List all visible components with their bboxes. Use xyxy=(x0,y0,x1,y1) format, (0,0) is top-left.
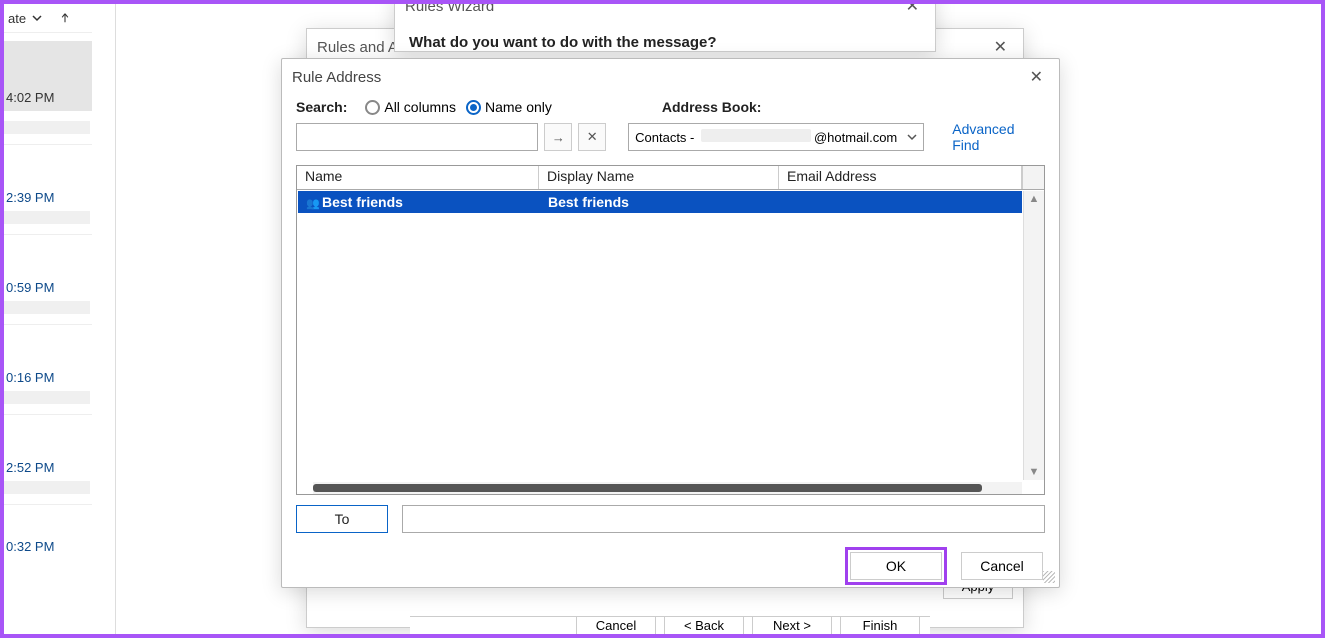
chevron-down-icon xyxy=(907,130,917,145)
row-name: Best friends xyxy=(322,194,403,210)
table-hscrollbar[interactable] xyxy=(313,482,1022,494)
cancel-button[interactable]: Cancel xyxy=(961,552,1043,580)
mail-time: 0:32 PM xyxy=(4,539,90,554)
rules-wizard-prompt: What do you want to do with the message? xyxy=(395,20,935,59)
wizard-next-button[interactable]: Next > xyxy=(752,616,832,634)
hscroll-thumb[interactable] xyxy=(313,484,982,492)
address-book-label: Address Book: xyxy=(662,99,762,115)
rules-wizard-title: Rules Wizard xyxy=(405,0,494,15)
mail-preview-bar xyxy=(4,211,90,224)
mail-preview-bar xyxy=(4,481,90,494)
rules-alerts-title: Rules and A xyxy=(317,39,398,56)
ok-button[interactable]: OK xyxy=(850,552,942,580)
address-book-value: Contacts - @hotmail.com xyxy=(635,129,897,145)
close-icon: ✕ xyxy=(587,129,598,145)
redacted-account xyxy=(701,129,811,142)
search-input[interactable] xyxy=(296,123,538,151)
advanced-find-link[interactable]: Advanced Find xyxy=(952,121,1045,153)
mail-preview-bar xyxy=(4,121,90,134)
rules-wizard-window: Rules Wizard ✕ What do you want to do wi… xyxy=(394,0,936,52)
scroll-down-icon[interactable]: ▼ xyxy=(1024,464,1044,480)
table-header: Name Display Name Email Address xyxy=(297,166,1044,190)
mail-item[interactable]: 4:02 PM xyxy=(4,32,92,144)
mail-time: 2:52 PM xyxy=(4,460,90,475)
mail-time: 0:59 PM xyxy=(4,280,90,295)
mail-item[interactable]: 0:32 PM xyxy=(4,504,92,564)
mail-time: 0:16 PM xyxy=(4,370,90,385)
mail-list: ate 4:02 PM 2:39 PM 0:59 PM 0:16 PM 2:52… xyxy=(4,4,92,634)
radio-all-label: All columns xyxy=(384,99,456,115)
to-button[interactable]: To xyxy=(296,505,388,533)
radio-icon xyxy=(365,100,380,115)
arrow-up-icon xyxy=(60,11,70,26)
radio-name-only[interactable]: Name only xyxy=(466,99,552,115)
sort-label-fragment: ate xyxy=(8,11,26,26)
contacts-table: Name Display Name Email Address 👥Best fr… xyxy=(296,165,1045,495)
mail-time: 2:39 PM xyxy=(4,190,90,205)
to-input[interactable] xyxy=(402,505,1045,533)
column-email[interactable]: Email Address xyxy=(779,166,1022,189)
mail-item[interactable]: 0:16 PM xyxy=(4,324,92,414)
mail-preview-bar xyxy=(4,301,90,314)
rule-address-title: Rule Address xyxy=(292,69,381,86)
wizard-finish-button[interactable]: Finish xyxy=(840,616,920,634)
mail-item[interactable]: 2:39 PM xyxy=(4,144,92,234)
mail-preview-bar xyxy=(4,391,90,404)
go-button[interactable]: → xyxy=(544,123,572,151)
wizard-back-button[interactable]: < Back xyxy=(664,616,744,634)
radio-name-label: Name only xyxy=(485,99,552,115)
ok-highlight: OK xyxy=(845,547,947,585)
wizard-cancel-button[interactable]: Cancel xyxy=(576,616,656,634)
rule-address-dialog: Rule Address ✕ Search: All columns Name … xyxy=(281,58,1060,588)
mail-pane-divider xyxy=(92,4,116,634)
address-book-select[interactable]: Contacts - @hotmail.com xyxy=(628,123,924,151)
group-icon: 👥 xyxy=(306,197,320,210)
table-row[interactable]: 👥Best friends Best friends xyxy=(298,191,1022,213)
arrow-right-icon: → xyxy=(552,130,565,145)
chevron-down-icon xyxy=(32,11,42,26)
column-name[interactable]: Name xyxy=(297,166,539,189)
mail-sort-header[interactable]: ate xyxy=(4,4,92,32)
mail-item[interactable]: 2:52 PM xyxy=(4,414,92,504)
radio-icon xyxy=(466,100,481,115)
scroll-up-icon[interactable]: ▲ xyxy=(1024,191,1044,207)
close-icon[interactable]: ✕ xyxy=(1024,67,1049,87)
search-label: Search: xyxy=(296,99,347,115)
rules-wizard-footer: Cancel < Back Next > Finish xyxy=(410,616,930,634)
close-icon[interactable]: ✕ xyxy=(988,37,1013,57)
resize-grip-icon[interactable] xyxy=(1043,571,1055,583)
row-display: Best friends xyxy=(548,194,629,210)
close-icon[interactable]: ✕ xyxy=(900,0,925,16)
clear-search-button[interactable]: ✕ xyxy=(578,123,606,151)
column-display-name[interactable]: Display Name xyxy=(539,166,779,189)
mail-item[interactable]: 0:59 PM xyxy=(4,234,92,324)
radio-all-columns[interactable]: All columns xyxy=(365,99,456,115)
table-vscrollbar[interactable]: ▲ ▼ xyxy=(1023,191,1044,480)
mail-time: 4:02 PM xyxy=(4,90,54,105)
